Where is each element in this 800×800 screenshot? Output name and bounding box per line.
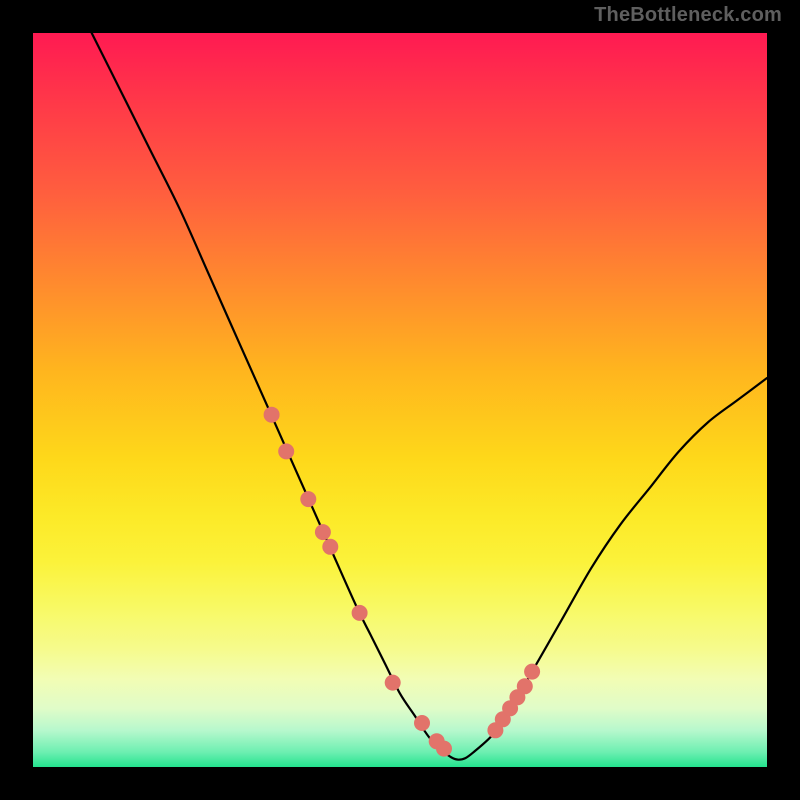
data-marker (352, 605, 368, 621)
data-marker (517, 678, 533, 694)
data-marker (414, 715, 430, 731)
data-marker (322, 539, 338, 555)
marker-group (264, 407, 540, 757)
data-marker (315, 524, 331, 540)
chart-container: TheBottleneck.com (0, 0, 800, 800)
bottleneck-curve (92, 33, 767, 760)
data-marker (524, 664, 540, 680)
data-marker (278, 443, 294, 459)
watermark-text: TheBottleneck.com (594, 4, 782, 27)
data-marker (385, 675, 401, 691)
data-marker (264, 407, 280, 423)
plot-area (33, 33, 767, 767)
data-marker (300, 491, 316, 507)
curve-svg (33, 33, 767, 767)
data-marker (436, 741, 452, 757)
